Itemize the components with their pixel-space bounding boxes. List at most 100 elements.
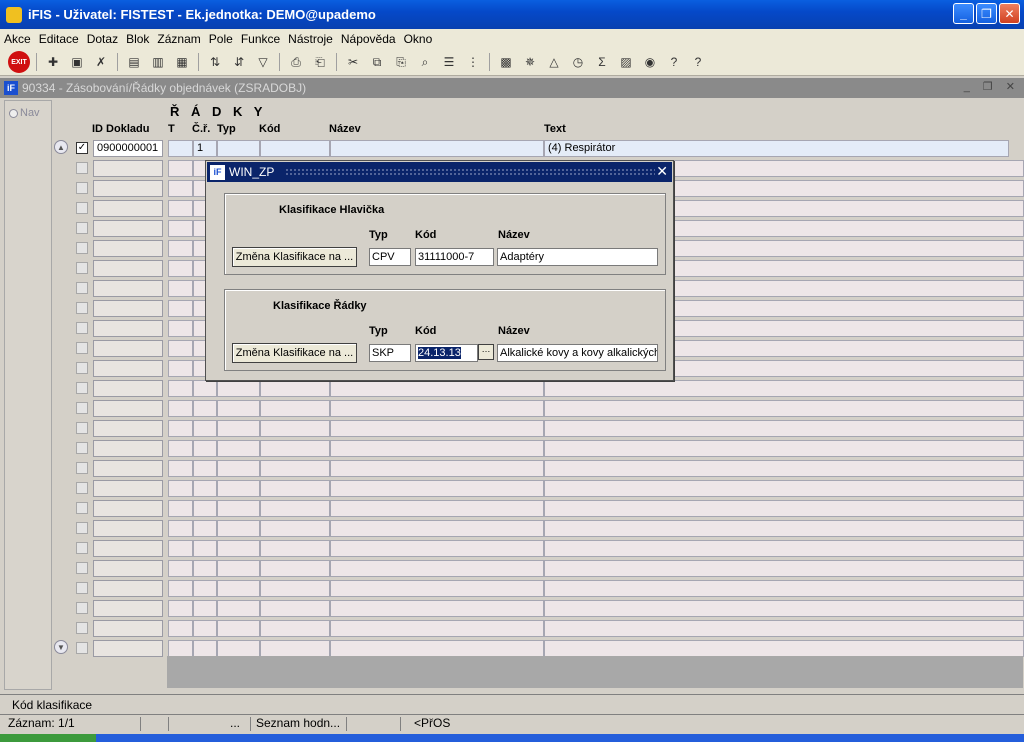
grid-cell[interactable] [93, 300, 163, 317]
grid-cell[interactable] [260, 400, 330, 417]
grid-cell[interactable] [217, 640, 260, 657]
grid-cell[interactable] [93, 540, 163, 557]
grid-cell[interactable] [330, 440, 544, 457]
row-checkbox[interactable] [76, 262, 88, 274]
grid-cell[interactable] [330, 560, 544, 577]
grid-cell[interactable] [193, 560, 217, 577]
menu-zaznam[interactable]: Záznam [157, 32, 200, 46]
grid-cell[interactable] [93, 220, 163, 237]
grid-cell[interactable] [93, 340, 163, 357]
grid-cell[interactable] [193, 600, 217, 617]
grid-cell[interactable] [168, 240, 193, 257]
grid-cell[interactable] [544, 600, 1024, 617]
menu-pole[interactable]: Pole [209, 32, 233, 46]
grid-cell[interactable] [93, 280, 163, 297]
menu-dotaz[interactable]: Dotaz [87, 32, 118, 46]
row-checkbox[interactable] [76, 602, 88, 614]
grid-cell[interactable] [93, 440, 163, 457]
grid-cell[interactable] [544, 420, 1024, 437]
grid-cell[interactable] [330, 420, 544, 437]
grid-cell[interactable] [217, 420, 260, 437]
table-row[interactable]: ✓ 0900000001 1 (4) Respirátor [0, 140, 1024, 157]
minimize-button[interactable]: _ [953, 3, 974, 24]
row-checkbox[interactable] [76, 202, 88, 214]
row-checkbox[interactable] [76, 642, 88, 654]
scroll-down-button[interactable]: ▼ [54, 640, 68, 654]
grid-cell[interactable] [544, 640, 1024, 657]
grid-cell[interactable] [168, 520, 193, 537]
grid-cell[interactable] [544, 460, 1024, 477]
search-icon[interactable]: ⌕ [415, 52, 435, 72]
grid-cell[interactable] [544, 380, 1024, 397]
row-checkbox[interactable] [76, 442, 88, 454]
grid-cell[interactable] [330, 600, 544, 617]
row-checkbox[interactable] [76, 402, 88, 414]
row-checkbox[interactable] [76, 222, 88, 234]
grid-cell[interactable] [193, 400, 217, 417]
scroll-up-button[interactable]: ▲ [54, 140, 68, 154]
grid-cell[interactable] [217, 540, 260, 557]
grid-cell[interactable] [93, 500, 163, 517]
table-row[interactable] [0, 540, 1024, 557]
grid-cell[interactable] [93, 480, 163, 497]
row-checkbox[interactable] [76, 542, 88, 554]
grid-cell[interactable] [168, 320, 193, 337]
grid-cell[interactable] [168, 580, 193, 597]
grid-cell[interactable] [168, 560, 193, 577]
row-checkbox[interactable] [76, 242, 88, 254]
sort-asc-icon[interactable]: ⇅ [205, 52, 225, 72]
row-checkbox[interactable] [76, 382, 88, 394]
grid-cell[interactable] [217, 520, 260, 537]
grid-cell[interactable] [93, 420, 163, 437]
calculator-icon[interactable]: ▩ [496, 52, 516, 72]
cell-id[interactable]: 0900000001 [93, 140, 163, 157]
grid-cell[interactable] [260, 440, 330, 457]
cell-nazev[interactable] [330, 140, 544, 157]
grid-cell[interactable] [168, 360, 193, 377]
grid-cell[interactable] [260, 560, 330, 577]
table-row[interactable] [0, 520, 1024, 537]
grid-cell[interactable] [217, 400, 260, 417]
grid-cell[interactable] [217, 380, 260, 397]
row-checkbox[interactable] [76, 462, 88, 474]
grid-cell[interactable] [330, 480, 544, 497]
grid-cell[interactable] [217, 620, 260, 637]
grid-cell[interactable] [330, 540, 544, 557]
menu-akce[interactable]: Akce [4, 32, 31, 46]
menu-funkce[interactable]: Funkce [241, 32, 280, 46]
table-row[interactable] [0, 460, 1024, 477]
grid-cell[interactable] [93, 580, 163, 597]
menu-nastroje[interactable]: Nástroje [288, 32, 333, 46]
cell-typ[interactable] [217, 140, 260, 157]
tree-icon[interactable]: ⋮ [463, 52, 483, 72]
grid-cell[interactable] [330, 580, 544, 597]
grid-cell[interactable] [330, 640, 544, 657]
grid-cell[interactable] [93, 320, 163, 337]
grid-cell[interactable] [217, 560, 260, 577]
grid-cell[interactable] [168, 380, 193, 397]
header-kod-field[interactable]: 31111000-7 [415, 248, 494, 266]
grid-cell[interactable] [93, 260, 163, 277]
nav-option[interactable]: Nav [9, 107, 40, 119]
grid-cell[interactable] [93, 460, 163, 477]
grid-cell[interactable] [260, 640, 330, 657]
grid-cell[interactable] [330, 460, 544, 477]
grid-cell[interactable] [217, 500, 260, 517]
grid-cell[interactable] [193, 620, 217, 637]
grid-cell[interactable] [330, 380, 544, 397]
row-checkbox[interactable]: ✓ [76, 142, 88, 154]
grid-cell[interactable] [168, 300, 193, 317]
grid-cell[interactable] [260, 380, 330, 397]
row-checkbox[interactable] [76, 322, 88, 334]
filter-icon[interactable]: ▽ [253, 52, 273, 72]
grid-cell[interactable] [193, 380, 217, 397]
grid-cell[interactable] [193, 480, 217, 497]
header-nazev-field[interactable]: Adaptéry [497, 248, 658, 266]
dialog-close-icon[interactable]: ✕ [656, 163, 668, 180]
grid-cell[interactable] [193, 540, 217, 557]
row-checkbox[interactable] [76, 302, 88, 314]
cell-text[interactable]: (4) Respirátor [544, 140, 1009, 157]
row-checkbox[interactable] [76, 502, 88, 514]
grid-cell[interactable] [168, 220, 193, 237]
grid-cell[interactable] [93, 380, 163, 397]
